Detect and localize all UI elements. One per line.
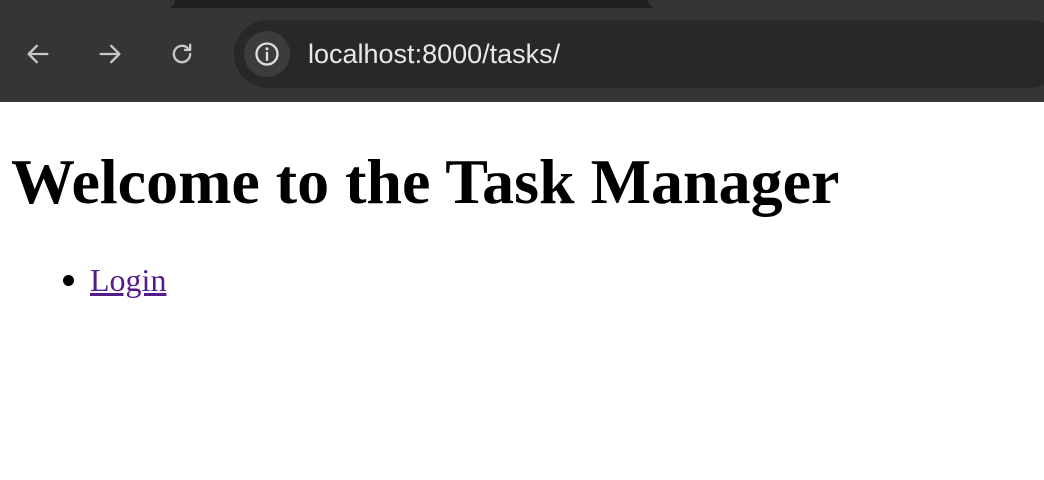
login-link[interactable]: Login bbox=[90, 262, 166, 298]
bullet-icon bbox=[63, 275, 74, 286]
site-info-button[interactable] bbox=[244, 31, 290, 77]
reload-icon bbox=[172, 43, 192, 64]
address-bar[interactable]: localhost:8000/tasks/ bbox=[234, 20, 1044, 88]
back-button[interactable] bbox=[20, 36, 56, 72]
arrow-right-icon bbox=[99, 44, 121, 64]
list-item: Login bbox=[0, 260, 166, 300]
info-icon bbox=[255, 42, 279, 66]
page-content: Welcome to the Task Manager Login bbox=[0, 102, 1044, 480]
url-text[interactable]: localhost:8000/tasks/ bbox=[308, 20, 560, 88]
browser-tab[interactable] bbox=[648, 0, 1044, 8]
reload-button[interactable] bbox=[164, 36, 200, 72]
browser-tab[interactable] bbox=[0, 0, 175, 8]
browser-toolbar: localhost:8000/tasks/ bbox=[0, 8, 1044, 102]
forward-button[interactable] bbox=[92, 36, 128, 72]
tab-strip bbox=[0, 0, 1044, 8]
page-title: Welcome to the Task Manager bbox=[11, 146, 840, 217]
nav-list: Login bbox=[0, 260, 166, 300]
browser-chrome: localhost:8000/tasks/ bbox=[0, 0, 1044, 102]
arrow-left-icon bbox=[27, 44, 49, 64]
